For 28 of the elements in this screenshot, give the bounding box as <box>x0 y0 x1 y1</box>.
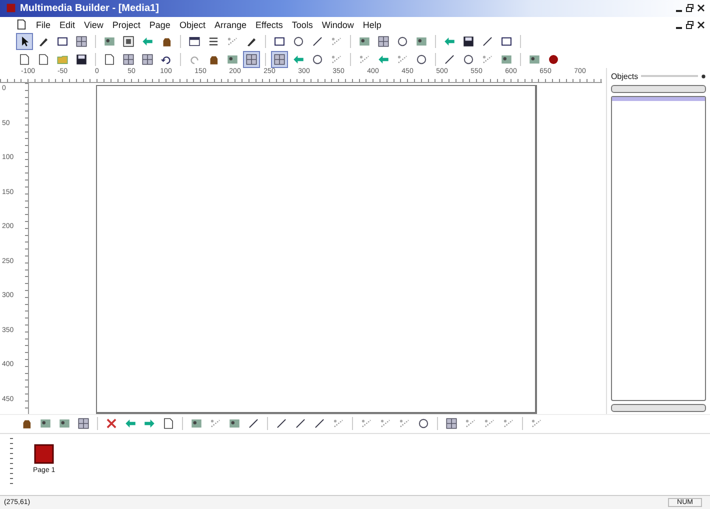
menu-item[interactable]: Window <box>322 20 354 30</box>
menu-item[interactable]: Project <box>112 20 140 30</box>
menu-item[interactable]: File <box>36 20 51 30</box>
dot-icon[interactable] <box>701 74 706 79</box>
window-title: Multimedia Builder - [Media1] <box>20 2 159 14</box>
object-list[interactable] <box>610 96 706 402</box>
pointer-icon[interactable] <box>16 32 33 50</box>
menu-item[interactable]: Arrange <box>214 20 246 30</box>
panel-bar[interactable] <box>610 404 706 412</box>
menu-item[interactable]: Help <box>362 20 382 30</box>
restore-icon[interactable] <box>685 20 695 30</box>
panel-title: Objects <box>610 72 638 81</box>
menu-item[interactable]: Object <box>179 20 206 30</box>
panel-bar[interactable] <box>610 85 706 94</box>
menu-item[interactable]: View <box>84 20 104 30</box>
page-thumbnail[interactable] <box>34 444 54 464</box>
restore-icon[interactable] <box>685 3 695 14</box>
document-icon[interactable] <box>16 19 27 30</box>
menu-item[interactable]: Effects <box>255 20 283 30</box>
grid-icon[interactable] <box>271 50 288 68</box>
app-icon <box>6 3 16 14</box>
close-icon[interactable] <box>696 3 706 14</box>
close-icon[interactable] <box>696 20 706 30</box>
menu-item[interactable]: Tools <box>292 20 313 30</box>
menu-item[interactable]: Page <box>149 20 170 30</box>
grid-icon[interactable] <box>243 50 260 68</box>
panel-grip <box>641 75 698 78</box>
menu-item[interactable]: Edit <box>60 20 76 30</box>
